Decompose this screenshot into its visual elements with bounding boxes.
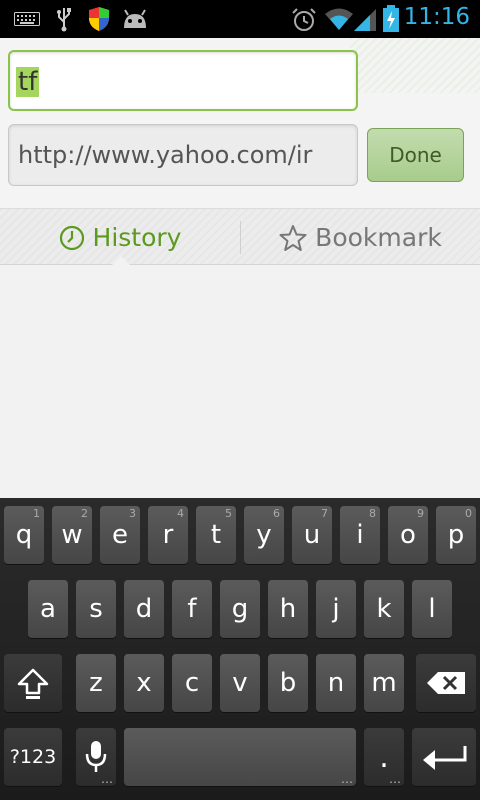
tab-bookmark[interactable]: Bookmark (241, 209, 480, 266)
key-o[interactable]: o9 (388, 506, 428, 564)
tab-bookmark-label: Bookmark (315, 223, 442, 252)
key-a[interactable]: a (28, 580, 68, 638)
key-y[interactable]: y6 (244, 506, 284, 564)
key-q-hint: 1 (33, 507, 40, 520)
signal-icon (354, 9, 376, 31)
space-key-more: … (341, 772, 353, 786)
key-c[interactable]: c (172, 654, 212, 712)
key-j[interactable]: j (316, 580, 356, 638)
voice-key-more: … (101, 772, 113, 786)
keyboard-icon (14, 12, 40, 26)
key-b[interactable]: b (268, 654, 308, 712)
key-u[interactable]: u7 (292, 506, 332, 564)
key-m[interactable]: m (364, 654, 404, 712)
usb-icon (57, 8, 71, 32)
status-bar: 11:16 (0, 0, 480, 38)
backspace-icon (427, 672, 465, 694)
android-icon (124, 9, 146, 28)
url-input-value: http://www.yahoo.com/ir (18, 141, 313, 169)
shield-icon (89, 7, 109, 31)
url-input[interactable]: http://www.yahoo.com/ir (8, 124, 358, 186)
key-r[interactable]: r4 (148, 506, 188, 564)
voice-input-key[interactable]: … (76, 728, 116, 786)
key-n[interactable]: n (316, 654, 356, 712)
key-p-label: p (447, 520, 465, 550)
decorative-stripes (350, 38, 480, 93)
key-p-hint: 0 (465, 507, 472, 520)
key-q-label: q (15, 520, 33, 550)
bookmark-editor: tf http://www.yahoo.com/ir Done (0, 38, 480, 208)
key-t-label: t (210, 520, 222, 550)
key-l[interactable]: l (412, 580, 452, 638)
key-d[interactable]: d (124, 580, 164, 638)
enter-icon (423, 746, 467, 770)
key-i-hint: 8 (369, 507, 376, 520)
key-y-label: y (256, 520, 272, 550)
key-z[interactable]: z (76, 654, 116, 712)
alarm-icon (292, 8, 316, 31)
period-key-label: . (379, 739, 389, 775)
history-list (0, 265, 480, 498)
key-f[interactable]: f (172, 580, 212, 638)
key-e[interactable]: e3 (100, 506, 140, 564)
key-w-hint: 2 (81, 507, 88, 520)
tab-history-label: History (92, 223, 182, 252)
key-t-hint: 5 (225, 507, 232, 520)
microphone-icon (85, 741, 107, 772)
clock-icon (59, 225, 84, 250)
key-s[interactable]: s (76, 580, 116, 638)
key-e-label: e (112, 520, 128, 550)
key-h[interactable]: h (268, 580, 308, 638)
backspace-key[interactable] (416, 654, 476, 712)
period-key-more: … (389, 772, 401, 786)
key-w-label: w (61, 520, 83, 550)
key-y-hint: 6 (273, 507, 280, 520)
space-key[interactable]: … (124, 728, 356, 786)
status-clock: 11:16 (403, 4, 470, 30)
shift-icon (17, 668, 49, 699)
key-i[interactable]: i8 (340, 506, 380, 564)
tab-bar: History Bookmark (0, 208, 480, 265)
star-icon (279, 224, 307, 251)
key-x[interactable]: x (124, 654, 164, 712)
key-i-label: i (356, 520, 364, 550)
key-q[interactable]: q1 (4, 506, 44, 564)
period-key[interactable]: . … (364, 728, 404, 786)
key-u-hint: 7 (321, 507, 328, 520)
key-w[interactable]: w2 (52, 506, 92, 564)
done-button[interactable]: Done (367, 128, 464, 182)
soft-keyboard: q1 w2 e3 r4 t5 y6 u7 i8 o9 p0 a s d f g … (0, 498, 480, 800)
title-input-value: tf (16, 67, 40, 97)
key-v[interactable]: v (220, 654, 260, 712)
key-t[interactable]: t5 (196, 506, 236, 564)
key-o-hint: 9 (417, 507, 424, 520)
key-g[interactable]: g (220, 580, 260, 638)
key-e-hint: 3 (129, 507, 136, 520)
battery-charging-icon (383, 5, 399, 32)
tab-selection-pointer (112, 256, 130, 265)
key-r-label: r (162, 520, 174, 550)
key-p[interactable]: p0 (436, 506, 476, 564)
key-u-label: u (303, 520, 321, 550)
shift-key[interactable] (4, 654, 62, 712)
symbols-key[interactable]: ?123 (4, 728, 62, 786)
key-o-label: o (400, 520, 416, 550)
key-k[interactable]: k (364, 580, 404, 638)
enter-key[interactable] (412, 728, 476, 786)
wifi-icon (325, 8, 353, 30)
key-r-hint: 4 (177, 507, 184, 520)
title-input[interactable]: tf (8, 50, 358, 111)
